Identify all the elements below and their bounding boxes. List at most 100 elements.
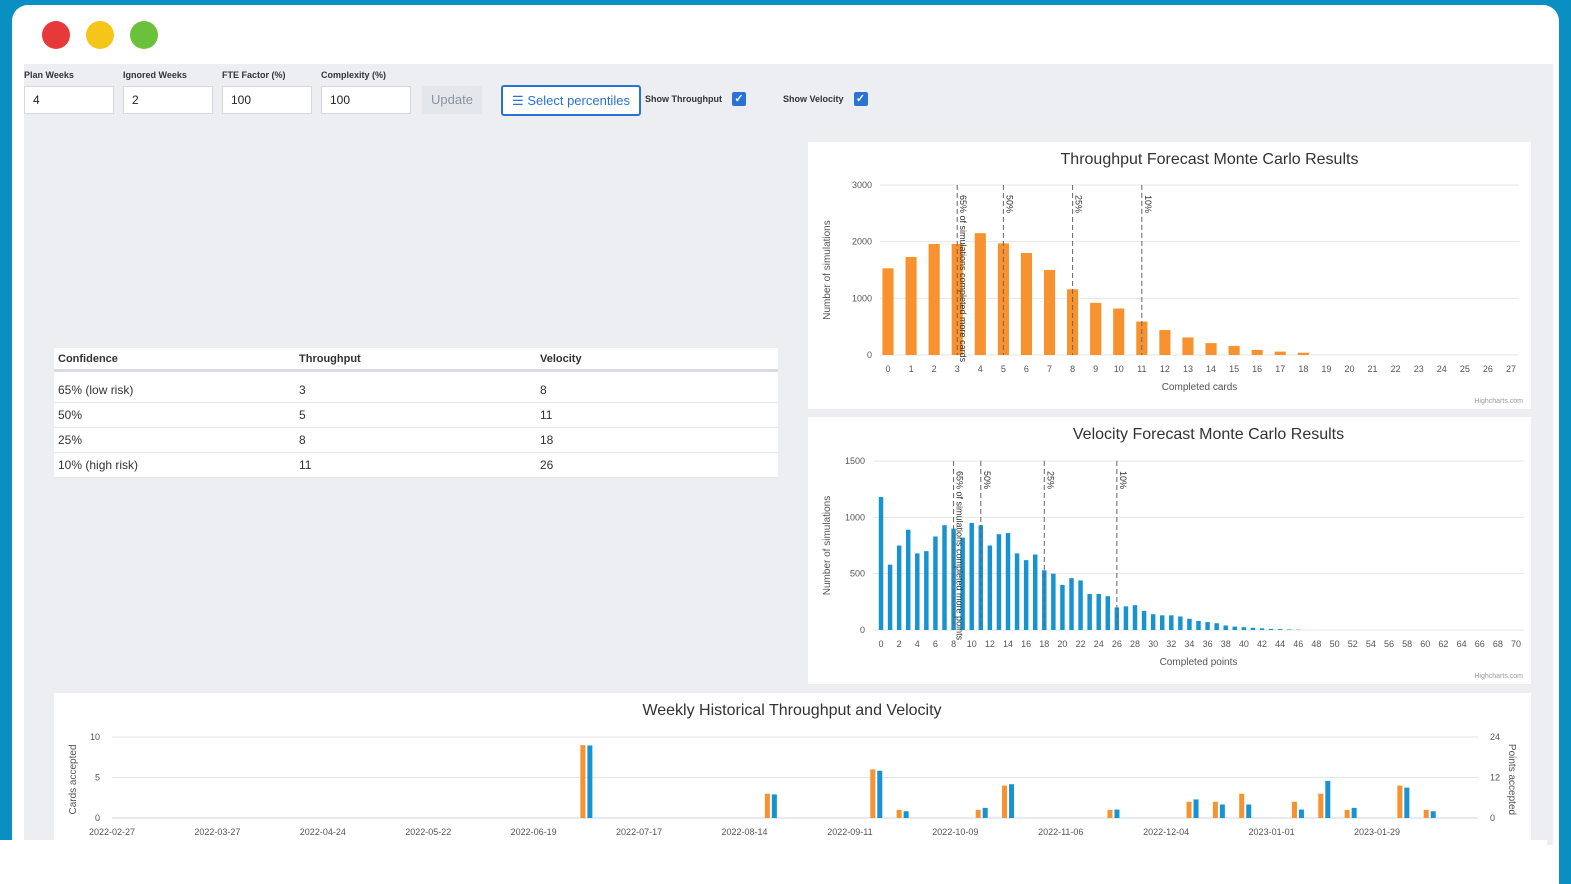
x-tick-label: 70 (1511, 639, 1521, 649)
maximize-window-button[interactable] (130, 21, 158, 49)
points-bar (771, 794, 777, 818)
table-row: 25% 8 18 (54, 428, 778, 453)
show-throughput-checkbox[interactable]: ✓ (731, 92, 746, 106)
y2-tick-label: 12 (1490, 773, 1500, 783)
x-tick-label: 8 (951, 639, 956, 649)
cards-bar (1239, 793, 1245, 818)
cell-velocity: 18 (540, 433, 554, 447)
bar (1105, 596, 1111, 630)
bar (933, 536, 938, 630)
show-velocity-toggle[interactable]: Show Velocity ✓ (783, 92, 868, 106)
points-bar (1430, 811, 1436, 818)
bar (1274, 351, 1286, 355)
bar (1014, 553, 1020, 630)
fte-factor-field: FTE Factor (%) 100 (222, 70, 312, 114)
x-tick-label: 9 (1093, 364, 1098, 374)
x-tick-label: 36 (1203, 639, 1213, 649)
cards-bar (1318, 793, 1324, 818)
x-tick-label: 4 (915, 639, 920, 649)
x-tick-label: 2022-07-17 (616, 827, 662, 837)
x-tick-label: 11 (1137, 364, 1146, 374)
x-tick-label: 54 (1366, 639, 1376, 649)
bar (915, 553, 920, 630)
ignored-weeks-input[interactable]: 2 (123, 86, 213, 114)
throughput-chart-panel: Throughput Forecast Monte Carlo Results 0… (808, 142, 1531, 409)
bar (887, 564, 893, 630)
cards-bar (764, 793, 770, 818)
y-tick-label: 2000 (852, 237, 872, 247)
credits-label: Highcharts.com (1474, 673, 1523, 680)
x-tick-label: 2022-02-27 (89, 827, 135, 837)
x-tick-label: 46 (1293, 639, 1303, 649)
x-tick-label: 32 (1166, 639, 1176, 649)
x-tick-label: 42 (1257, 639, 1267, 649)
forecast-app: Plan Weeks 4 Ignored Weeks 2 FTE Factor … (24, 64, 1553, 845)
cell-confidence: 65% (low risk) (58, 383, 134, 397)
percentile-label: 25% (1045, 471, 1055, 489)
x-tick-label: 44 (1275, 639, 1285, 649)
controls-bar: Plan Weeks 4 Ignored Weeks 2 FTE Factor … (24, 64, 1553, 124)
points-bar (1351, 807, 1357, 818)
x-tick-label: 3 (955, 364, 960, 374)
complexity-input[interactable]: 100 (321, 86, 411, 114)
show-throughput-toggle[interactable]: Show Throughput ✓ (645, 92, 746, 106)
fte-factor-input[interactable]: 100 (222, 86, 312, 114)
bar (1123, 606, 1129, 630)
credits-label: Highcharts.com (1474, 398, 1523, 405)
cards-bar (1344, 809, 1350, 818)
fte-factor-label: FTE Factor (%) (222, 70, 286, 80)
percentile-label: 25% (1074, 195, 1084, 213)
y-tick-label: 1000 (852, 293, 872, 303)
points-bar (1325, 780, 1331, 818)
x-tick-label: 14 (1206, 364, 1216, 374)
select-percentiles-button[interactable]: ☰ Select percentiles (501, 85, 641, 116)
x-tick-label: 22 (1076, 639, 1086, 649)
bar (1069, 578, 1074, 630)
bar (1159, 330, 1171, 355)
y2-axis-label: Points accepted (1506, 744, 1517, 815)
bar (1268, 628, 1274, 630)
bar (1096, 593, 1101, 630)
x-tick-label: 2023-01-29 (1354, 827, 1400, 837)
show-throughput-label: Show Throughput (645, 94, 722, 104)
x-tick-label: 2022-11-06 (1038, 827, 1083, 837)
x-tick-label: 18 (1298, 364, 1308, 374)
chart-title: Throughput Forecast Monte Carlo Results (1061, 151, 1359, 168)
bar (1169, 615, 1174, 630)
x-tick-label: 30 (1148, 639, 1158, 649)
cell-confidence: 50% (58, 408, 83, 422)
plan-weeks-field: Plan Weeks 4 (24, 70, 114, 114)
bar (1214, 623, 1219, 630)
x-tick-label: 52 (1348, 639, 1358, 649)
update-button[interactable]: Update (422, 86, 482, 114)
bar (1196, 620, 1201, 630)
bar (1228, 345, 1240, 355)
show-velocity-checkbox[interactable]: ✓ (853, 92, 868, 106)
plan-weeks-input[interactable]: 4 (24, 86, 114, 114)
table-header: Confidence Throughput Velocity (54, 348, 778, 372)
x-tick-label: 56 (1384, 639, 1394, 649)
x-tick-label: 20 (1344, 364, 1354, 374)
ignored-weeks-field: Ignored Weeks 2 (123, 70, 213, 114)
bar (1032, 554, 1038, 630)
x-tick-label: 10 (1114, 364, 1124, 374)
x-tick-label: 13 (1183, 364, 1193, 374)
window-controls (42, 21, 158, 49)
y-tick-label: 500 (850, 569, 865, 579)
bar (896, 545, 902, 630)
minimize-window-button[interactable] (86, 21, 114, 49)
points-bar (903, 811, 909, 818)
x-tick-label: 16 (1021, 639, 1031, 649)
bar (974, 233, 986, 355)
bar (1078, 580, 1083, 630)
points-bar (1219, 804, 1225, 818)
close-window-button[interactable] (42, 21, 70, 49)
cards-bar (1107, 809, 1113, 818)
x-tick-label: 66 (1475, 639, 1485, 649)
bar (1051, 573, 1056, 630)
table-row: 65% (low risk) 3 8 (54, 378, 778, 403)
bar (1090, 302, 1102, 355)
ignored-weeks-label: Ignored Weeks (123, 70, 187, 80)
cell-throughput: 11 (299, 458, 312, 472)
complexity-field: Complexity (%) 100 (321, 70, 411, 114)
